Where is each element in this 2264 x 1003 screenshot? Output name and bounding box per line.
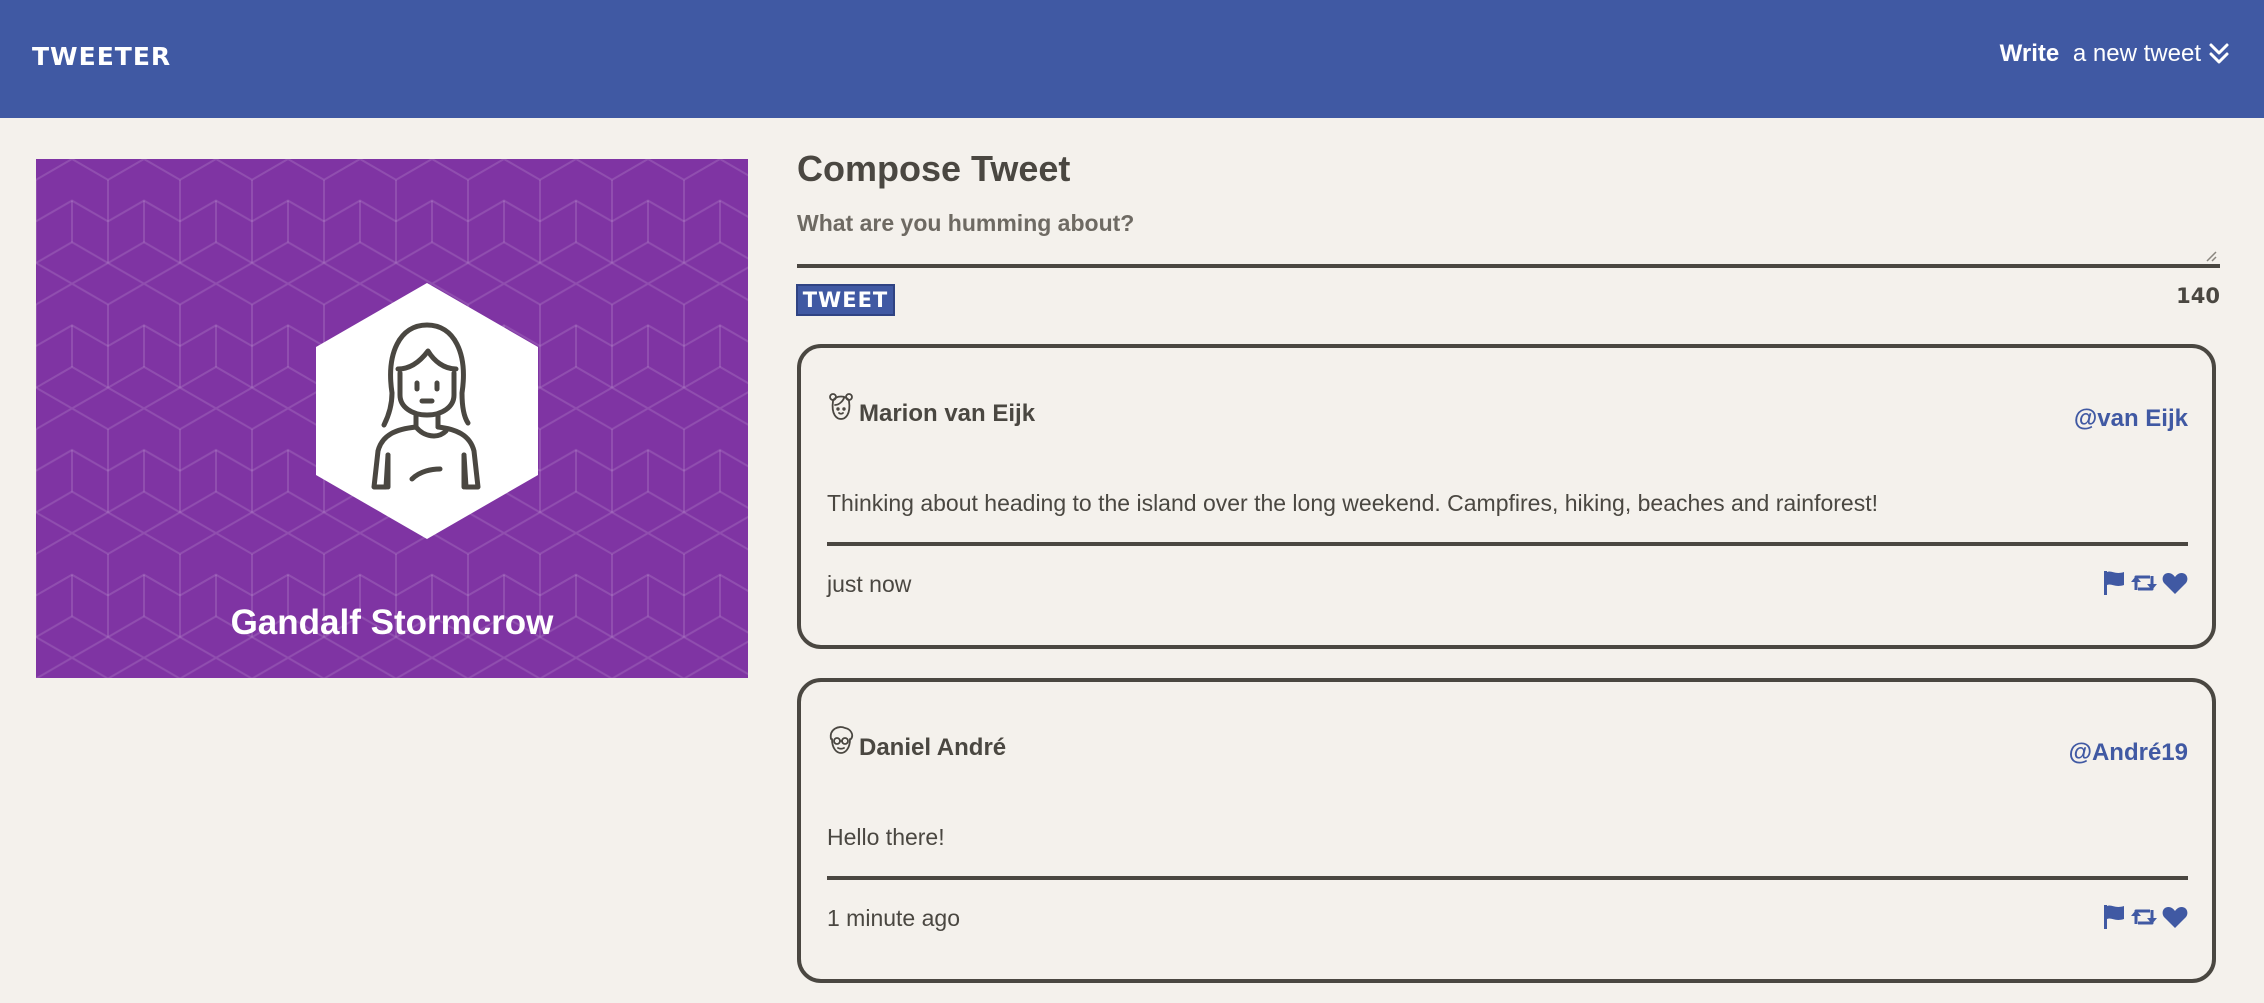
flag-icon[interactable] bbox=[2102, 904, 2126, 935]
tweet-submit-button[interactable]: Tweet bbox=[796, 284, 895, 316]
heart-icon[interactable] bbox=[2162, 571, 2188, 600]
tweet-author-name[interactable]: Marion van Eijk bbox=[859, 400, 1035, 428]
tweet-actions bbox=[2102, 904, 2188, 935]
write-new-tweet-toggle[interactable]: Write a new tweet bbox=[2000, 40, 2230, 68]
profile-card: Gandalf Stormcrow bbox=[36, 159, 748, 678]
tweet-author-handle[interactable]: @van Eijk bbox=[2074, 405, 2188, 433]
write-label-bold: Write bbox=[1999, 40, 2060, 67]
tweet-body: Thinking about heading to the island ove… bbox=[827, 490, 1878, 516]
tweet-author: Marion van Eijk bbox=[827, 393, 1035, 428]
resize-grip-icon[interactable] bbox=[2205, 250, 2217, 262]
top-navbar: Tweeter Write a new tweet bbox=[0, 0, 2264, 118]
compose-tweet-input[interactable] bbox=[797, 210, 2220, 268]
profile-name: Gandalf Stormcrow bbox=[230, 603, 554, 642]
profile-avatar[interactable] bbox=[316, 283, 538, 539]
retweet-icon[interactable] bbox=[2130, 570, 2158, 601]
tweet-author-handle[interactable]: @André19 bbox=[2069, 739, 2188, 767]
tweet-author-name[interactable]: Daniel André bbox=[859, 734, 1006, 762]
brand-logo[interactable]: Tweeter bbox=[32, 42, 171, 71]
retweet-icon[interactable] bbox=[2130, 904, 2158, 935]
boy-glasses-avatar-icon bbox=[829, 726, 854, 754]
tweet-author: Daniel André bbox=[827, 726, 1006, 762]
tweet-divider bbox=[827, 876, 2188, 880]
double-chevron-down-icon bbox=[2208, 42, 2230, 66]
tweet-timestamp: just now bbox=[827, 571, 912, 597]
flag-icon[interactable] bbox=[2102, 570, 2126, 601]
tweet-timestamp: 1 minute ago bbox=[827, 905, 960, 931]
girl-avatar-icon bbox=[829, 393, 853, 420]
character-counter: 140 bbox=[2176, 284, 2220, 308]
write-label-rest: a new tweet bbox=[2066, 40, 2201, 67]
tweet-card: Marion van Eijk @van Eijk Thinking about… bbox=[797, 344, 2216, 649]
heart-icon[interactable] bbox=[2162, 905, 2188, 934]
compose-title: Compose Tweet bbox=[797, 148, 1071, 189]
tweet-card: Daniel André @André19 Hello there! 1 min… bbox=[797, 678, 2216, 983]
tweet-body: Hello there! bbox=[827, 824, 945, 850]
tweet-actions bbox=[2102, 570, 2188, 601]
tweet-divider bbox=[827, 542, 2188, 546]
